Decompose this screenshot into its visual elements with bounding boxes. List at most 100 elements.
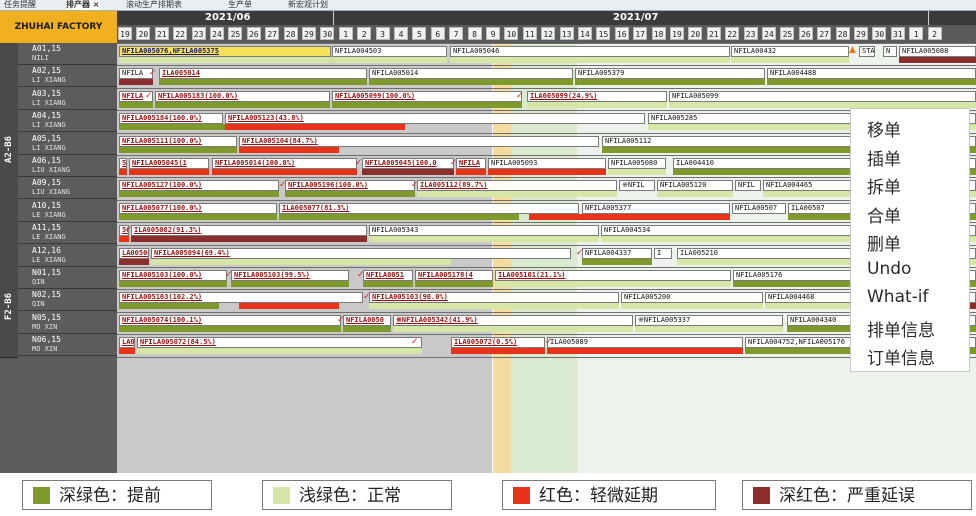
day-cell[interactable]: 26 — [798, 27, 813, 40]
task-block[interactable]: NFILA005045(100.0 — [362, 158, 454, 169]
context-menu-item[interactable]: Undo — [867, 259, 967, 279]
task-block[interactable]: ILA005077(81.3%) — [279, 202, 579, 214]
task-block[interactable]: NFILA005343 — [369, 225, 599, 237]
task-block[interactable]: NFILA005076,NFILA005375 — [119, 46, 331, 57]
day-cell[interactable]: 17 — [633, 27, 648, 40]
task-block[interactable]: ILA005112(89.7%) — [417, 180, 617, 192]
day-cell[interactable]: 4 — [394, 27, 408, 40]
task-block[interactable]: ※NFIL — [619, 180, 655, 192]
task-block[interactable]: NFILA005111(100.0%) — [119, 135, 237, 147]
task-block[interactable]: NFILA005074(100.1%) — [119, 314, 341, 326]
day-cell[interactable]: 14 — [578, 27, 592, 40]
task-block[interactable]: NFILA — [119, 68, 153, 80]
resource-row[interactable]: A04,15 LI XIANG — [18, 110, 117, 133]
task-block[interactable]: ILA005014 — [159, 68, 367, 80]
day-cell[interactable]: 23 — [743, 27, 758, 40]
resource-row[interactable]: A05,15 LI XIANG — [18, 133, 117, 155]
context-menu-item[interactable]: 删单 — [867, 230, 967, 255]
task-block[interactable]: NFIL — [735, 180, 761, 192]
day-cell[interactable]: 5 — [412, 27, 427, 40]
day-cell[interactable]: 21 — [154, 27, 169, 40]
day-cell[interactable]: 22 — [173, 27, 188, 40]
task-block[interactable]: NFILA005099(100.0%) — [332, 90, 522, 102]
task-block[interactable]: ※NFILA005337 — [635, 314, 783, 326]
task-block[interactable]: NFILA005379 — [575, 68, 765, 80]
day-cell[interactable]: 24 — [210, 27, 224, 40]
day-cell[interactable]: 30 — [872, 27, 887, 40]
tab-task-reminder[interactable]: 任务提醒 — [4, 0, 36, 10]
tab-production-order[interactable]: 生产单 — [228, 0, 252, 10]
day-cell[interactable]: 1 — [909, 27, 924, 40]
context-menu-item[interactable]: 订单信息 — [867, 344, 967, 369]
day-cell[interactable]: 27 — [265, 27, 280, 40]
context-menu-item[interactable]: 合单 — [867, 202, 967, 227]
task-block[interactable]: NFILA004468 — [765, 292, 857, 304]
day-cell[interactable]: 2 — [927, 27, 942, 40]
task-block[interactable]: NFILA005120 — [657, 180, 733, 192]
task-block[interactable]: NFILA005072(84.5%) — [137, 337, 422, 349]
day-cell[interactable]: 26 — [246, 27, 261, 40]
task-block[interactable]: NFILA0050 — [343, 314, 391, 326]
task-block[interactable]: NFILA004488 — [767, 68, 976, 80]
task-block[interactable]: NFILA005200 — [621, 292, 763, 304]
day-cell[interactable]: 11 — [522, 27, 537, 40]
task-block[interactable]: NFILA005178(4 — [415, 270, 493, 281]
day-cell[interactable]: 30 — [320, 27, 335, 40]
task-block[interactable]: ILA005099(24.9%) — [527, 90, 667, 102]
task-block[interactable]: N — [883, 46, 897, 57]
day-cell[interactable]: 6 — [430, 27, 445, 40]
resource-row[interactable]: A11,15 LE XIANG — [18, 222, 117, 245]
resource-row[interactable]: N05,15 MO XIN — [18, 312, 117, 334]
day-cell[interactable]: 9 — [486, 27, 500, 40]
task-block[interactable]: NFILA005093 — [488, 158, 606, 169]
resource-row[interactable]: A02,15 LI XIANG — [18, 65, 117, 88]
day-cell[interactable]: 29 — [302, 27, 316, 40]
context-menu-item[interactable]: 排单信息 — [867, 316, 967, 341]
task-block[interactable]: LA00 — [119, 337, 135, 349]
task-block[interactable]: NFILA005099 — [669, 90, 976, 102]
task-block[interactable]: NFILA005014(100.0%) — [212, 158, 357, 169]
resource-row[interactable]: A10,15 LE XIANG — [18, 200, 117, 222]
task-block[interactable]: ILA005072(0.5%) — [451, 337, 545, 349]
context-menu-item[interactable]: 拆单 — [867, 173, 967, 198]
resource-row[interactable]: N06,15 MO XIN — [18, 334, 117, 357]
day-cell[interactable]: 21 — [706, 27, 721, 40]
tab-scheduler[interactable]: 排产器 × — [66, 0, 100, 10]
task-block[interactable]: NFILA00432 — [731, 46, 849, 57]
day-cell[interactable]: 18 — [651, 27, 666, 40]
task-block[interactable]: NFILA005183(100.0%) — [155, 90, 330, 102]
task-block[interactable]: NFILA005103(100.0%) — [119, 270, 227, 281]
task-block[interactable]: NFILA005046 — [450, 46, 730, 57]
day-cell[interactable]: 3 — [375, 27, 390, 40]
task-block[interactable]: NFILA004337 — [582, 247, 652, 259]
task-block[interactable]: ※NFILA005342(41.9%) — [393, 314, 633, 326]
day-cell[interactable]: 27 — [817, 27, 832, 40]
day-cell[interactable]: 13 — [559, 27, 574, 40]
task-block[interactable]: NFILA005196(100.0%) — [285, 180, 415, 192]
day-cell[interactable]: 28 — [835, 27, 850, 40]
task-block[interactable]: NFILA005103(90.0%) — [369, 292, 619, 304]
task-block[interactable]: NFILA005080 — [608, 158, 666, 169]
task-block[interactable]: ILA005082(91.3%) — [131, 225, 367, 237]
task-block[interactable]: I — [654, 247, 672, 259]
day-cell[interactable]: 29 — [854, 27, 868, 40]
task-block[interactable]: ILA005101(21.1%) — [495, 270, 731, 281]
day-cell[interactable]: 1 — [338, 27, 353, 40]
tab-macro-plan[interactable]: 新宏观计划 — [288, 0, 328, 10]
context-menu-item[interactable]: 移单 — [867, 116, 967, 141]
task-block[interactable]: NFILA005103(102.2%) — [119, 292, 363, 304]
task-block[interactable]: LA00506 — [119, 247, 149, 259]
day-cell[interactable]: 8 — [467, 27, 482, 40]
tab-rolling-schedule[interactable]: 滚动生产排期表 — [126, 0, 182, 10]
task-block[interactable]: NFILA004503 — [332, 46, 447, 57]
day-cell[interactable]: 19 — [118, 27, 132, 40]
task-block[interactable]: NFILA005123(43.8%) — [225, 113, 645, 125]
task-block[interactable]: NFILA — [456, 158, 486, 169]
task-block[interactable]: NFILA005127(100.0%) — [119, 180, 279, 192]
task-block[interactable]: NFILA005184(100.0%) — [119, 113, 223, 125]
context-menu-item[interactable]: 插单 — [867, 145, 967, 170]
task-block[interactable]: NFILA00507 — [732, 202, 786, 214]
task-block[interactable]: NFILA005103(99.5%) — [231, 270, 349, 281]
day-cell[interactable]: 25 — [228, 27, 243, 40]
resource-row[interactable]: A06,15 LIU XIANG — [18, 155, 117, 177]
